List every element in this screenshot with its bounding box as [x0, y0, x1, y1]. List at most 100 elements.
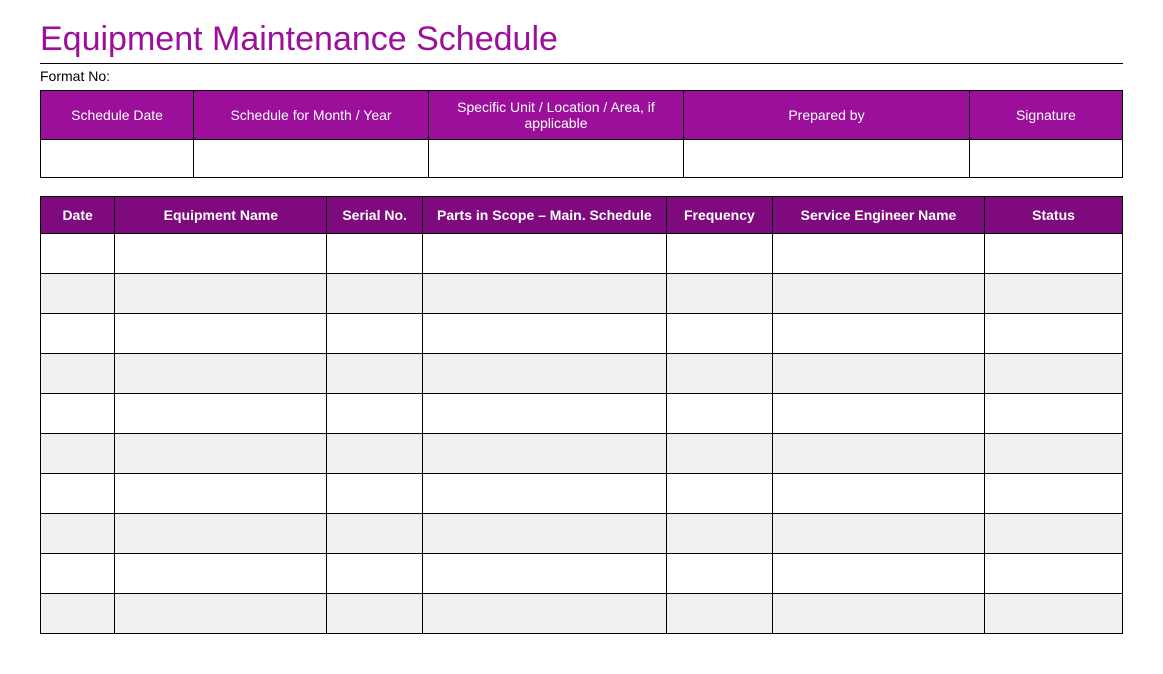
table-cell-serial_no[interactable]: [327, 554, 422, 594]
main-table-body: [41, 234, 1123, 634]
main-header-engineer: Service Engineer Name: [772, 197, 984, 234]
info-header-prepared-by: Prepared by: [684, 91, 970, 140]
table-cell-status[interactable]: [985, 594, 1123, 634]
table-cell-status[interactable]: [985, 394, 1123, 434]
table-cell-serial_no[interactable]: [327, 514, 422, 554]
info-header-specific-unit: Specific Unit / Location / Area, if appl…: [428, 91, 683, 140]
info-cell-signature[interactable]: [969, 140, 1122, 178]
table-cell-equipment_name[interactable]: [115, 274, 327, 314]
table-cell-serial_no[interactable]: [327, 434, 422, 474]
table-cell-frequency[interactable]: [666, 594, 772, 634]
table-cell-serial_no[interactable]: [327, 314, 422, 354]
table-cell-engineer[interactable]: [772, 434, 984, 474]
table-cell-frequency[interactable]: [666, 234, 772, 274]
table-cell-frequency[interactable]: [666, 314, 772, 354]
table-cell-parts_scope[interactable]: [422, 354, 666, 394]
table-cell-equipment_name[interactable]: [115, 514, 327, 554]
info-cell-schedule-for[interactable]: [194, 140, 429, 178]
table-row: [41, 474, 1123, 514]
table-cell-serial_no[interactable]: [327, 234, 422, 274]
table-cell-equipment_name[interactable]: [115, 394, 327, 434]
table-row: [41, 234, 1123, 274]
table-row: [41, 274, 1123, 314]
table-cell-equipment_name[interactable]: [115, 434, 327, 474]
main-header-equipment-name: Equipment Name: [115, 197, 327, 234]
table-cell-frequency[interactable]: [666, 474, 772, 514]
table-cell-equipment_name[interactable]: [115, 234, 327, 274]
info-data-row: [41, 140, 1123, 178]
table-cell-serial_no[interactable]: [327, 394, 422, 434]
table-cell-date[interactable]: [41, 434, 115, 474]
table-cell-engineer[interactable]: [772, 474, 984, 514]
table-cell-frequency[interactable]: [666, 354, 772, 394]
page-title: Equipment Maintenance Schedule: [40, 20, 1123, 59]
table-cell-engineer[interactable]: [772, 274, 984, 314]
table-cell-status[interactable]: [985, 514, 1123, 554]
table-cell-engineer[interactable]: [772, 594, 984, 634]
table-cell-serial_no[interactable]: [327, 594, 422, 634]
table-cell-status[interactable]: [985, 354, 1123, 394]
table-cell-parts_scope[interactable]: [422, 474, 666, 514]
format-no-label: Format No:: [40, 68, 1123, 84]
table-cell-equipment_name[interactable]: [115, 474, 327, 514]
table-cell-status[interactable]: [985, 314, 1123, 354]
table-cell-equipment_name[interactable]: [115, 354, 327, 394]
main-header-status: Status: [985, 197, 1123, 234]
table-cell-parts_scope[interactable]: [422, 594, 666, 634]
table-cell-date[interactable]: [41, 474, 115, 514]
table-cell-engineer[interactable]: [772, 354, 984, 394]
table-cell-parts_scope[interactable]: [422, 554, 666, 594]
main-header-row: Date Equipment Name Serial No. Parts in …: [41, 197, 1123, 234]
info-header-schedule-date: Schedule Date: [41, 91, 194, 140]
table-cell-date[interactable]: [41, 314, 115, 354]
info-header-row: Schedule Date Schedule for Month / Year …: [41, 91, 1123, 140]
table-row: [41, 594, 1123, 634]
info-cell-schedule-date[interactable]: [41, 140, 194, 178]
table-cell-status[interactable]: [985, 434, 1123, 474]
table-cell-date[interactable]: [41, 554, 115, 594]
table-cell-frequency[interactable]: [666, 514, 772, 554]
table-row: [41, 354, 1123, 394]
main-header-frequency: Frequency: [666, 197, 772, 234]
table-cell-date[interactable]: [41, 234, 115, 274]
table-cell-status[interactable]: [985, 474, 1123, 514]
table-cell-engineer[interactable]: [772, 314, 984, 354]
table-cell-frequency[interactable]: [666, 394, 772, 434]
info-cell-prepared-by[interactable]: [684, 140, 970, 178]
table-cell-engineer[interactable]: [772, 394, 984, 434]
table-cell-engineer[interactable]: [772, 514, 984, 554]
table-cell-engineer[interactable]: [772, 234, 984, 274]
table-cell-equipment_name[interactable]: [115, 554, 327, 594]
table-cell-equipment_name[interactable]: [115, 314, 327, 354]
table-cell-date[interactable]: [41, 274, 115, 314]
table-cell-parts_scope[interactable]: [422, 434, 666, 474]
main-header-date: Date: [41, 197, 115, 234]
table-cell-engineer[interactable]: [772, 554, 984, 594]
table-cell-date[interactable]: [41, 354, 115, 394]
table-cell-frequency[interactable]: [666, 434, 772, 474]
table-cell-parts_scope[interactable]: [422, 314, 666, 354]
table-row: [41, 514, 1123, 554]
main-header-parts-scope: Parts in Scope – Main. Schedule: [422, 197, 666, 234]
table-row: [41, 394, 1123, 434]
table-cell-parts_scope[interactable]: [422, 234, 666, 274]
table-cell-equipment_name[interactable]: [115, 594, 327, 634]
table-cell-status[interactable]: [985, 274, 1123, 314]
table-cell-serial_no[interactable]: [327, 474, 422, 514]
table-cell-parts_scope[interactable]: [422, 394, 666, 434]
table-cell-date[interactable]: [41, 514, 115, 554]
main-table: Date Equipment Name Serial No. Parts in …: [40, 196, 1123, 634]
table-cell-status[interactable]: [985, 554, 1123, 594]
table-cell-parts_scope[interactable]: [422, 274, 666, 314]
table-cell-frequency[interactable]: [666, 554, 772, 594]
info-cell-specific-unit[interactable]: [428, 140, 683, 178]
table-cell-serial_no[interactable]: [327, 354, 422, 394]
table-cell-status[interactable]: [985, 234, 1123, 274]
table-cell-parts_scope[interactable]: [422, 514, 666, 554]
table-cell-date[interactable]: [41, 394, 115, 434]
info-header-signature: Signature: [969, 91, 1122, 140]
title-divider: [40, 63, 1123, 64]
table-cell-serial_no[interactable]: [327, 274, 422, 314]
table-cell-date[interactable]: [41, 594, 115, 634]
table-cell-frequency[interactable]: [666, 274, 772, 314]
